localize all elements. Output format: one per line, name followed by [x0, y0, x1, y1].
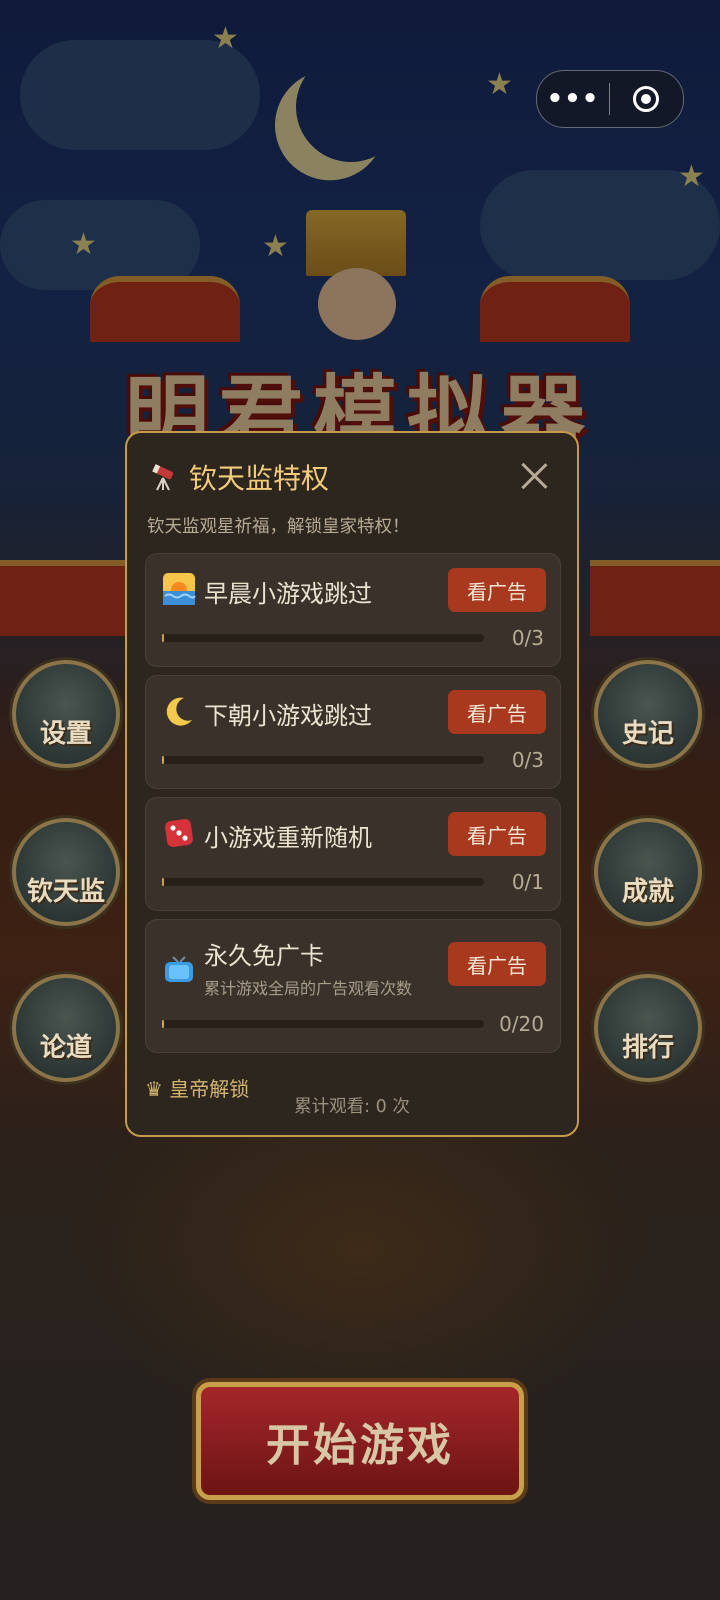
privilege-name: 早晨小游戏跳过	[204, 580, 372, 608]
lundao-label: 论道	[39, 1033, 92, 1063]
progress-track	[162, 634, 484, 642]
modal-header: 钦天监特权	[149, 455, 329, 499]
achievements-button[interactable]: 成就	[594, 818, 702, 926]
progress-track	[162, 1020, 484, 1028]
progress-count: 0/20	[499, 1012, 544, 1036]
watch-ad-button[interactable]: 看广告	[448, 690, 546, 734]
dice-icon	[165, 819, 193, 847]
miniprogram-capsule: •••	[536, 70, 684, 128]
sunrise-icon	[163, 573, 196, 605]
qintianjian-button[interactable]: 钦天监	[12, 818, 120, 926]
privilege-card-morning-skip: 早晨小游戏跳过 看广告 0/3	[145, 553, 561, 667]
lundao-button[interactable]: 论道	[12, 974, 120, 1082]
privilege-card-court-skip: 下朝小游戏跳过 看广告 0/3	[145, 675, 561, 789]
progress-count: 0/1	[511, 870, 544, 894]
record-target-icon	[633, 86, 659, 112]
start-game-label: 开始游戏	[266, 1420, 454, 1471]
privilege-modal: 钦天监特权 钦天监观星祈福，解锁皇家特权！ 早晨小游戏跳过 看广告 0/3 下朝…	[125, 431, 579, 1137]
close-icon[interactable]	[519, 461, 549, 491]
ranking-button[interactable]: 排行	[594, 974, 702, 1082]
progress-count: 0/3	[511, 626, 544, 650]
achievements-label: 成就	[621, 877, 674, 907]
watch-ad-button[interactable]: 看广告	[448, 812, 546, 856]
progress-count: 0/3	[511, 748, 544, 772]
privilege-name: 永久免广卡	[204, 942, 324, 970]
close-miniprogram-button[interactable]	[610, 86, 682, 112]
ranking-label: 排行	[621, 1033, 674, 1063]
settings-button[interactable]: 设置	[12, 660, 120, 768]
progress-fill	[162, 1020, 164, 1028]
privilege-card-ad-free: 永久免广卡 累计游戏全局的广告观看次数 看广告 0/20	[145, 919, 561, 1053]
history-button[interactable]: 史记	[594, 660, 702, 768]
modal-title: 钦天监特权	[189, 462, 330, 495]
telescope-icon	[152, 464, 174, 491]
progress-track	[162, 878, 484, 886]
history-label: 史记	[621, 719, 674, 749]
total-watch-count: 累计观看: 0 次	[294, 1097, 410, 1117]
progress-fill	[162, 634, 164, 642]
progress-track	[162, 756, 484, 764]
privilege-description: 累计游戏全局的广告观看次数	[204, 979, 413, 998]
crescent-moon-icon	[166, 697, 192, 726]
qintianjian-label: 钦天监	[26, 877, 105, 907]
privilege-card-reroll: 小游戏重新随机 看广告 0/1	[145, 797, 561, 911]
modal-subtitle: 钦天监观星祈福，解锁皇家特权！	[147, 517, 410, 537]
settings-label: 设置	[39, 719, 92, 749]
privilege-name: 小游戏重新随机	[204, 824, 372, 852]
progress-fill	[162, 878, 164, 886]
start-game-button[interactable]: 开始游戏	[196, 1382, 524, 1500]
tv-icon	[165, 956, 193, 982]
privilege-name: 下朝小游戏跳过	[204, 702, 372, 730]
progress-fill	[162, 756, 164, 764]
more-menu-icon[interactable]: •••	[537, 84, 609, 114]
watch-ad-button[interactable]: 看广告	[448, 568, 546, 612]
watch-ad-button[interactable]: 看广告	[448, 942, 546, 986]
